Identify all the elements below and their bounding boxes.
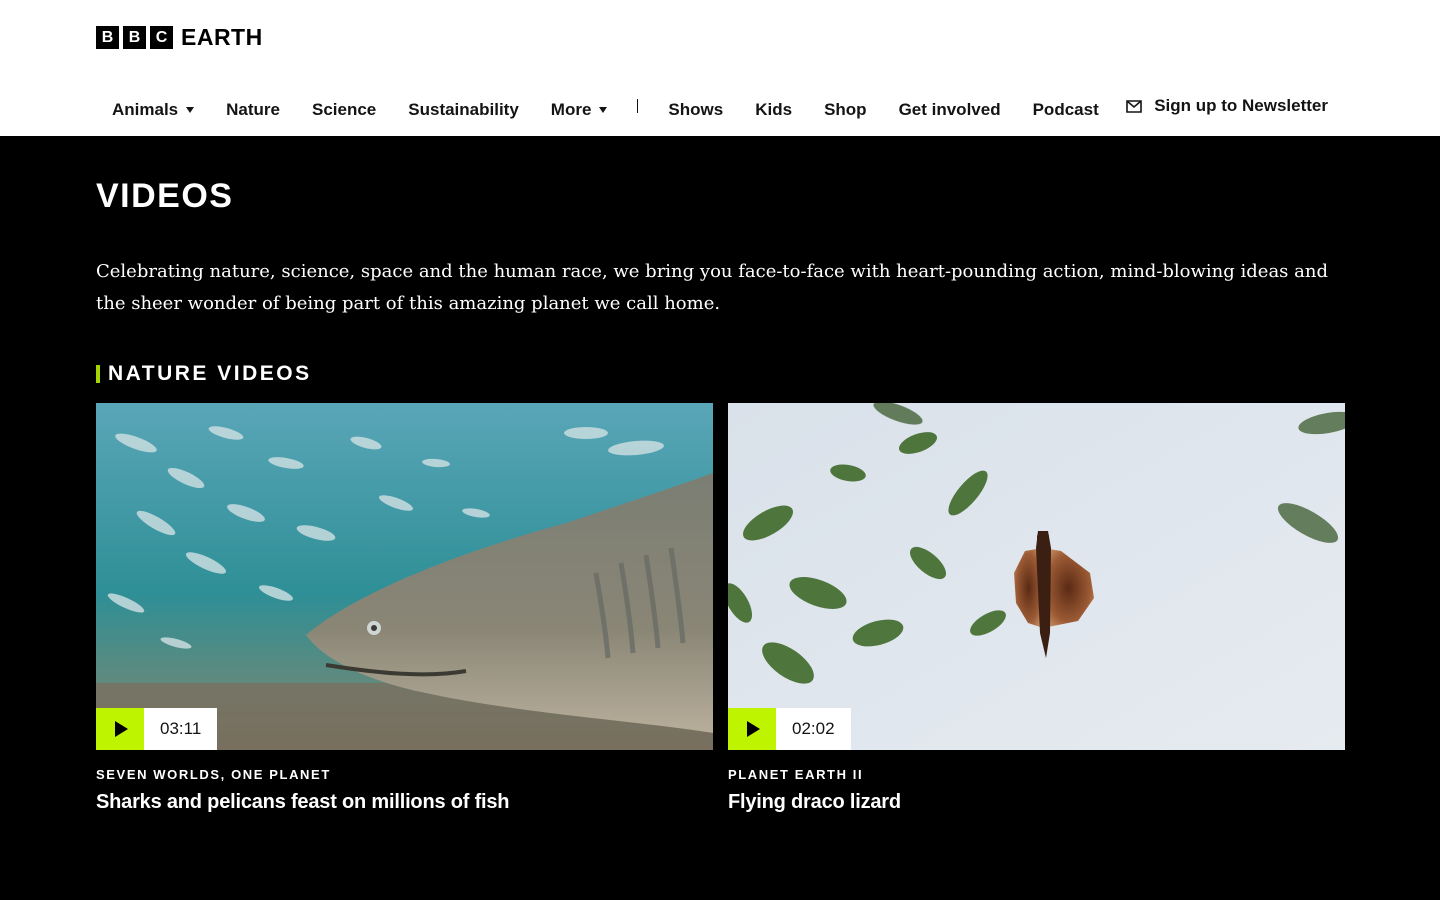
caret-down-icon xyxy=(186,107,195,113)
nav-label: Get involved xyxy=(898,100,1001,119)
nav-label: Animals xyxy=(112,100,179,119)
section-title: NATURE VIDEOS xyxy=(108,362,312,385)
nav-divider xyxy=(637,99,639,113)
nav-label: Podcast xyxy=(1032,100,1099,119)
newsletter-link[interactable]: Sign up to Newsletter xyxy=(1126,96,1328,116)
video-card-list: 03:11 SEVEN WORLDS, ONE PLANET Sharks an… xyxy=(96,403,1345,814)
nav-label: Nature xyxy=(226,100,280,119)
draco-lizard-thumbnail-image xyxy=(728,403,1345,750)
nav-item-science[interactable]: Science xyxy=(296,100,392,120)
nav-item-nature[interactable]: Nature xyxy=(210,100,296,120)
card-title[interactable]: Sharks and pelicans feast on millions of… xyxy=(96,791,713,814)
play-control[interactable]: 02:02 xyxy=(728,708,851,750)
play-icon xyxy=(115,721,128,737)
play-icon xyxy=(747,721,760,737)
main-content: VIDEOS Celebrating nature, science, spac… xyxy=(0,176,1440,814)
section-header: NATURE VIDEOS xyxy=(96,362,1344,386)
nav-label: Kids xyxy=(755,100,793,119)
newsletter-label: Sign up to Newsletter xyxy=(1154,96,1328,115)
video-card[interactable]: 03:11 SEVEN WORLDS, ONE PLANET Sharks an… xyxy=(96,403,713,814)
logo-letter-b2: B xyxy=(123,26,146,49)
logo-letter-b1: B xyxy=(96,26,119,49)
play-control[interactable]: 03:11 xyxy=(96,708,218,750)
nav-item-sustainability[interactable]: Sustainability xyxy=(392,100,535,120)
nav-item-animals[interactable]: Animals xyxy=(96,100,210,120)
nav-item-podcast[interactable]: Podcast xyxy=(1017,100,1115,120)
nav-label: More xyxy=(550,100,592,119)
video-duration: 02:02 xyxy=(776,708,851,750)
logo-word: EARTH xyxy=(181,24,263,50)
video-thumbnail[interactable]: 02:02 xyxy=(728,403,1345,750)
video-duration: 03:11 xyxy=(144,708,218,750)
logo-letter-c: C xyxy=(150,26,173,49)
nav-item-shows[interactable]: Shows xyxy=(652,100,739,120)
caret-down-icon xyxy=(599,107,608,113)
nav-label: Sustainability xyxy=(408,100,519,119)
card-series[interactable]: PLANET EARTH II xyxy=(728,767,1345,782)
nav-item-shop[interactable]: Shop xyxy=(808,100,883,120)
page-title: VIDEOS xyxy=(96,177,234,215)
site-header: B B C EARTH Animals Nature Science Susta… xyxy=(0,0,1440,136)
nav-item-more[interactable]: More xyxy=(535,100,624,120)
envelope-icon xyxy=(1126,100,1143,113)
nav-item-kids[interactable]: Kids xyxy=(739,100,808,120)
shark-thumbnail-image xyxy=(96,403,713,750)
video-thumbnail[interactable]: 03:11 xyxy=(96,403,713,750)
play-button[interactable] xyxy=(96,708,144,750)
card-series[interactable]: SEVEN WORLDS, ONE PLANET xyxy=(96,767,713,782)
nav-label: Shop xyxy=(824,100,867,119)
play-button[interactable] xyxy=(728,708,776,750)
video-card[interactable]: 02:02 PLANET EARTH II Flying draco lizar… xyxy=(728,403,1345,814)
nav-label: Shows xyxy=(668,100,724,119)
card-title[interactable]: Flying draco lizard xyxy=(728,791,1345,814)
section-accent-bar xyxy=(96,365,100,383)
nav-item-get-involved[interactable]: Get involved xyxy=(883,100,1017,120)
intro-text: Celebrating nature, science, space and t… xyxy=(96,261,1328,314)
bbc-earth-logo[interactable]: B B C EARTH xyxy=(96,24,263,51)
nav-label: Science xyxy=(312,100,377,119)
